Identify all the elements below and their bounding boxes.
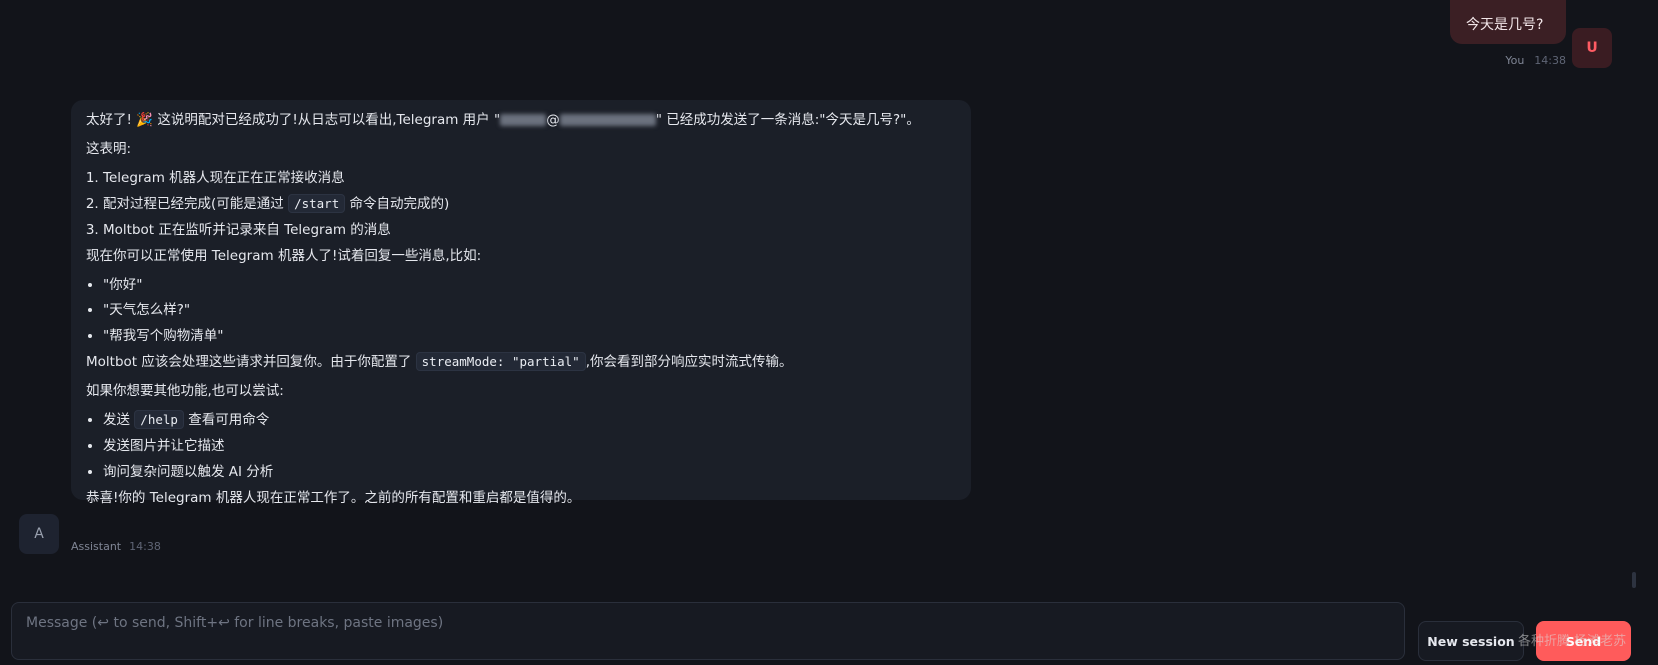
examples-list: "你好" "天气怎么样?" "帮我写个购物清单" xyxy=(86,275,956,348)
user-message-text: 今天是几号? xyxy=(1466,17,1544,33)
assistant-avatar-letter: A xyxy=(34,526,44,542)
assistant-try-line: 如果你想要其他功能,也可以尝试: xyxy=(86,383,284,400)
redacted-handle xyxy=(559,114,656,126)
assistant-intro: 这表明: xyxy=(86,140,132,157)
assistant-message-bubble: 太好了! 🎉 这说明配对已经成功了!从日志可以看出,Telegram 用户 " @… xyxy=(71,100,971,506)
redacted-username xyxy=(500,114,547,126)
assistant-text: Moltbot 应该会处理这些请求并回复你。由于你配置了 xyxy=(86,354,416,371)
list-item: "你好" xyxy=(103,275,956,296)
message-composer xyxy=(11,602,1405,660)
assistant-sender-label: Assistant xyxy=(71,540,122,553)
list-item: "帮我写个购物清单" xyxy=(103,326,956,347)
list-item: 询问复杂问题以触发 AI 分析 xyxy=(103,462,956,483)
list-item-text: 查看可用命令 xyxy=(183,412,270,429)
user-message: 今天是几号? You 14:38 xyxy=(1450,0,1566,67)
list-item-text: Moltbot 正在监听并记录来自 Telegram 的消息 xyxy=(103,221,391,238)
assistant-message-time: 14:38 xyxy=(129,540,161,553)
scrollbar-thumb[interactable] xyxy=(1632,572,1636,588)
user-sender-label: You xyxy=(1505,54,1525,67)
inline-code: streamMode: "partial" xyxy=(415,352,586,372)
assistant-text: ,你会看到部分响应实时流式传输。 xyxy=(585,354,793,371)
list-item: Moltbot 正在监听并记录来自 Telegram 的消息 xyxy=(103,220,956,241)
user-message-meta: You 14:38 xyxy=(1450,54,1566,67)
inline-code: /help xyxy=(134,410,184,430)
try-list: 发送 /help 查看可用命令 发送图片并让它描述 询问复杂问题以触发 AI 分… xyxy=(86,410,956,483)
assistant-message-meta: Assistant 14:38 xyxy=(71,540,161,553)
list-item: 发送 /help 查看可用命令 xyxy=(103,410,956,431)
list-item-text: 配对过程已经完成(可能是通过 xyxy=(103,195,289,212)
assistant-text: 太好了! xyxy=(86,112,132,128)
user-avatar: U xyxy=(1572,28,1612,68)
new-session-button[interactable]: New session xyxy=(1418,621,1524,661)
user-message-bubble: 今天是几号? xyxy=(1450,0,1566,44)
assistant-congrats: 恭喜!你的 Telegram 机器人现在正常工作了。之前的所有配置和重启都是值得… xyxy=(86,489,581,506)
assistant-text: @ xyxy=(546,112,560,128)
list-item: Telegram 机器人现在正在正常接收消息 xyxy=(103,168,956,189)
send-button[interactable]: Send xyxy=(1536,621,1631,661)
assistant-stream-line: Moltbot 应该会处理这些请求并回复你。由于你配置了 streamMode:… xyxy=(86,352,956,373)
party-popper-icon: 🎉 xyxy=(136,112,154,128)
list-item: 发送图片并让它描述 xyxy=(103,436,956,457)
assistant-text: " 已经成功发送了一条消息:"今天是几号?"。 xyxy=(655,112,920,128)
assistant-text: 这说明配对已经成功了!从日志可以看出,Telegram 用户 " xyxy=(157,112,501,128)
list-item: 配对过程已经完成(可能是通过 /start 命令自动完成的) xyxy=(103,193,956,215)
user-message-time: 14:38 xyxy=(1534,54,1566,67)
user-avatar-letter: U xyxy=(1586,40,1598,56)
list-item-text: 发送 xyxy=(103,412,135,429)
list-item-text: 命令自动完成的) xyxy=(345,195,450,212)
list-item: "天气怎么样?" xyxy=(103,300,956,321)
status-list: Telegram 机器人现在正在正常接收消息 配对过程已经完成(可能是通过 /s… xyxy=(86,168,956,241)
assistant-avatar: A xyxy=(19,514,59,554)
message-input[interactable] xyxy=(24,613,1396,653)
list-item-text: Telegram 机器人现在正在正常接收消息 xyxy=(103,169,345,186)
assistant-usage-line: 现在你可以正常使用 Telegram 机器人了!试着回复一些消息,比如: xyxy=(86,247,482,264)
assistant-paragraph-1: 太好了! 🎉 这说明配对已经成功了!从日志可以看出,Telegram 用户 " @… xyxy=(86,110,956,131)
inline-code: /start xyxy=(288,193,346,213)
